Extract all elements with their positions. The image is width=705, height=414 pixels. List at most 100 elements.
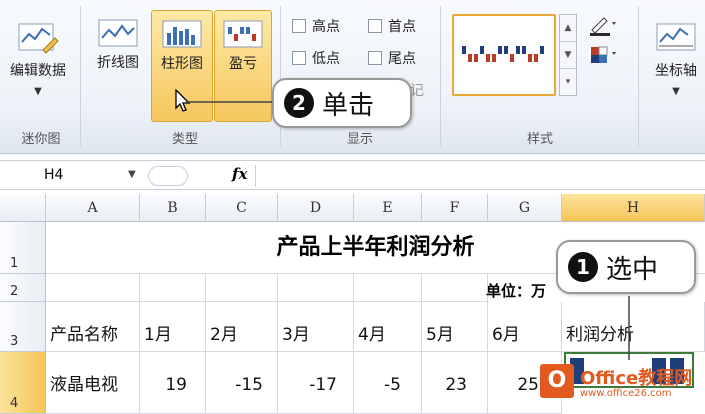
- axis-button[interactable]: 坐标轴 ▼: [644, 20, 705, 97]
- row-header-2[interactable]: 2: [0, 274, 46, 302]
- formula-bar: H4 ▼ fx: [0, 160, 705, 190]
- column-header-d[interactable]: D: [278, 194, 354, 222]
- row-number: 1: [10, 256, 19, 271]
- column-header-f[interactable]: F: [422, 194, 488, 222]
- line-sparkline-button[interactable]: 折线图: [86, 18, 150, 122]
- header-apr: 4月: [358, 325, 386, 345]
- cell-e2[interactable]: [354, 274, 422, 302]
- marker-color-icon: [591, 46, 616, 63]
- axis-icon: [656, 23, 696, 51]
- callout-step-2: 2 单击: [272, 78, 412, 128]
- sparkline-color-button[interactable]: [584, 14, 622, 36]
- group-label-sparkline: 迷你图: [21, 132, 61, 147]
- value-jan: 19: [165, 375, 187, 395]
- column-header-h[interactable]: H: [562, 194, 705, 222]
- row-header-1[interactable]: 1: [0, 222, 46, 274]
- markers-checkbox[interactable]: 记: [410, 80, 424, 100]
- checkbox-box[interactable]: [368, 19, 382, 33]
- column-header-b[interactable]: B: [140, 194, 206, 222]
- callout-pointer-line: [628, 296, 630, 360]
- unit-label[interactable]: 单位：万: [486, 280, 546, 301]
- style-gallery-selected[interactable]: [452, 14, 556, 96]
- step-number: 1: [568, 252, 598, 282]
- cell-b4[interactable]: 19: [140, 352, 206, 414]
- cell-d4[interactable]: -17: [278, 352, 354, 414]
- edit-data-icon: [18, 23, 59, 54]
- cell-b2[interactable]: [140, 274, 206, 302]
- office-logo-icon: O: [540, 364, 574, 398]
- low-point-label: 低点: [312, 51, 340, 67]
- high-point-label: 高点: [312, 19, 340, 35]
- cell-h3[interactable]: 利润分析: [562, 302, 705, 352]
- step-text: 选中: [606, 254, 659, 285]
- checkbox-box[interactable]: [292, 19, 306, 33]
- cell-c4[interactable]: -15: [206, 352, 278, 414]
- formula-bar-expand[interactable]: [148, 166, 188, 186]
- row-header-4[interactable]: 4: [0, 352, 46, 414]
- step-text: 单击: [322, 90, 375, 121]
- select-all-corner[interactable]: [0, 194, 46, 222]
- line-chart-icon: [98, 19, 138, 47]
- function-icon[interactable]: fx: [232, 165, 247, 183]
- header-may: 5月: [426, 325, 454, 345]
- formula-divider: [255, 165, 256, 187]
- column-header-g[interactable]: G: [488, 194, 562, 222]
- chevron-down-icon: ▼: [672, 86, 680, 97]
- step-number: 2: [284, 88, 314, 118]
- group-separator: [638, 6, 639, 146]
- marker-color-button[interactable]: [584, 44, 622, 66]
- cell-c2[interactable]: [206, 274, 278, 302]
- win-loss-style-preview-icon: [462, 46, 544, 62]
- cell-d2[interactable]: [278, 274, 354, 302]
- cell-f3[interactable]: 5月: [422, 302, 488, 352]
- cell-c3[interactable]: 2月: [206, 302, 278, 352]
- header-product-name: 产品名称: [50, 325, 118, 345]
- scroll-up-icon[interactable]: ▲: [560, 15, 576, 42]
- cell-a2[interactable]: [46, 274, 140, 302]
- product-name: 液晶电视: [50, 375, 118, 395]
- header-mar: 3月: [282, 325, 310, 345]
- checkbox-box[interactable]: [292, 51, 306, 65]
- first-point-checkbox[interactable]: 首点: [368, 16, 416, 36]
- cell-a3[interactable]: 产品名称: [46, 302, 140, 352]
- watermark: O Office教程网 www.office26.com: [540, 360, 700, 410]
- column-header-e[interactable]: E: [354, 194, 422, 222]
- chevron-down-icon: ▼: [34, 86, 42, 97]
- watermark-text: Office教程网: [580, 368, 693, 389]
- watermark-url: www.office26.com: [580, 388, 672, 399]
- cell-b3[interactable]: 1月: [140, 302, 206, 352]
- cell-d3[interactable]: 3月: [278, 302, 354, 352]
- value-feb: -15: [235, 375, 263, 395]
- last-point-checkbox[interactable]: 尾点: [368, 48, 416, 68]
- win-loss-label: 盈亏: [229, 56, 257, 72]
- scroll-down-icon[interactable]: ▼: [560, 42, 576, 69]
- cell-a4[interactable]: 液晶电视: [46, 352, 140, 414]
- row-number: 3: [10, 334, 19, 349]
- value-may: 23: [445, 375, 467, 395]
- high-point-checkbox[interactable]: 高点: [292, 16, 340, 36]
- cell-e4[interactable]: -5: [354, 352, 422, 414]
- row-header-3[interactable]: 3: [0, 302, 46, 352]
- cell-f4[interactable]: 23: [422, 352, 488, 414]
- edit-data-button[interactable]: 编辑数据 ▼: [2, 20, 74, 97]
- column-header-a[interactable]: A: [46, 194, 140, 222]
- checkbox-box[interactable]: [368, 51, 382, 65]
- ribbon: 编辑数据 ▼ 迷你图 折线图 柱形图 盈亏 类型 高点 首点 低点 尾点 记 显…: [0, 0, 705, 154]
- row-number: 2: [10, 284, 19, 299]
- pen-color-icon: [590, 17, 616, 36]
- header-jan: 1月: [144, 325, 172, 345]
- value-apr: -5: [384, 375, 401, 395]
- low-point-checkbox[interactable]: 低点: [292, 48, 340, 68]
- cell-e3[interactable]: 4月: [354, 302, 422, 352]
- chevron-down-icon[interactable]: ▼: [128, 169, 136, 180]
- last-point-label: 尾点: [388, 51, 416, 67]
- gallery-more-icon[interactable]: ▾: [560, 69, 576, 96]
- cell-f2[interactable]: [422, 274, 488, 302]
- group-label-style: 样式: [526, 132, 553, 147]
- style-gallery-scroll[interactable]: ▲ ▼ ▾: [559, 14, 577, 96]
- column-header-c[interactable]: C: [206, 194, 278, 222]
- first-point-label: 首点: [388, 19, 416, 35]
- name-box[interactable]: H4: [4, 164, 144, 188]
- column-label: 柱形图: [161, 56, 203, 72]
- cell-g3[interactable]: 6月: [488, 302, 562, 352]
